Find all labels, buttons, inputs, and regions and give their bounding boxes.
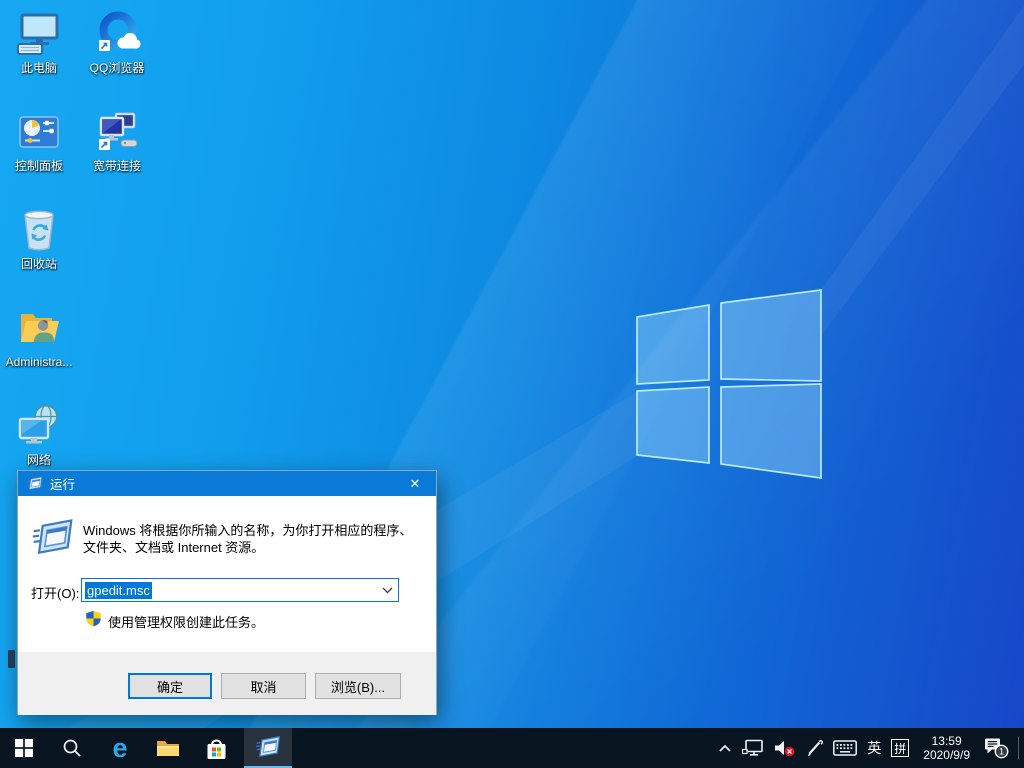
desktop-icon-broadband-connection[interactable]: 宽带连接	[79, 108, 155, 173]
clock-time: 13:59	[931, 734, 962, 748]
run-description-line1: Windows 将根据你所输入的名称，为你打开相应的程序、	[83, 523, 413, 538]
hidden-icons-button[interactable]	[713, 728, 737, 768]
file-explorer-icon	[157, 741, 179, 756]
run-dialog-body: Windows 将根据你所输入的名称，为你打开相应的程序、 文件夹、文档或 In…	[18, 496, 436, 652]
uac-shield-icon	[85, 610, 102, 627]
browse-button[interactable]: 浏览(B)...	[315, 673, 401, 699]
desktop-icon-label: 网络	[26, 453, 51, 467]
chevron-up-icon	[719, 744, 731, 752]
network-desktop-icon	[18, 404, 58, 444]
store-button[interactable]	[192, 728, 240, 768]
ime-pinyin-indicator: 拼	[891, 739, 910, 757]
ime-mode-indicator[interactable]: 拼	[886, 728, 914, 768]
run-dialog-footer: 确定 取消 浏览(B)...	[18, 652, 436, 715]
pen-tray-button[interactable]	[801, 728, 828, 768]
qq-browser-icon	[99, 11, 141, 51]
desktop-icon-control-panel[interactable]: 控制面板	[1, 108, 77, 173]
windows-desktop: 此电脑 QQ浏览器 控制面板 宽带连接 回收站 Administra... 网络…	[0, 0, 1024, 768]
run-dialog: 运行 ✕ Windows 将根据你所输入的名称，为你打开相应的程序、 文件夹、文…	[17, 470, 437, 715]
desktop-icon-qq-browser[interactable]: QQ浏览器	[79, 10, 155, 75]
open-label: 打开(O):	[31, 586, 80, 601]
notification-badge: 1	[999, 746, 1004, 756]
close-icon: ✕	[409, 475, 421, 491]
desktop-icon-label: 此电脑	[20, 61, 57, 75]
desktop-icon-label: Administra...	[5, 355, 73, 369]
ok-button[interactable]: 确定	[128, 673, 212, 699]
control-panel-icon	[19, 116, 59, 148]
recycle-bin-icon	[24, 210, 54, 251]
run-input-dropdown-button[interactable]	[377, 579, 398, 601]
run-description-line2: 文件夹、文档或 Internet 资源。	[83, 540, 265, 555]
run-window-icon	[26, 475, 43, 492]
file-explorer-button[interactable]	[144, 728, 192, 768]
chevron-down-icon	[382, 587, 393, 593]
uac-note: 使用管理权限创建此任务。	[108, 615, 265, 630]
run-taskbar-icon	[255, 734, 281, 760]
action-center-icon: 1	[985, 738, 1009, 758]
desktop-icon-label: 控制面板	[14, 159, 63, 173]
network-tray-button[interactable]	[737, 728, 769, 768]
run-taskbar-button[interactable]	[244, 728, 292, 768]
system-tray: 英 拼 13:59 2020/9/9 1	[713, 728, 1024, 768]
desktop-icon-recycle-bin[interactable]: 回收站	[1, 206, 77, 271]
ime-language-indicator[interactable]: 英	[862, 728, 886, 768]
ime-latin-indicator: 英	[867, 740, 882, 756]
taskbar: e 英 拼 13:59 2020/9/9 1	[0, 728, 1024, 768]
desktop-icon-label: 宽带连接	[92, 159, 141, 173]
search-icon	[63, 739, 81, 757]
volume-muted-icon	[775, 740, 795, 756]
desktop-icon-network[interactable]: 网络	[1, 402, 77, 467]
action-center-button[interactable]: 1	[979, 728, 1014, 768]
broadband-connection-icon	[99, 112, 138, 150]
search-button[interactable]	[48, 728, 96, 768]
clock-date: 2020/9/9	[923, 748, 970, 762]
desktop-icon-label: 回收站	[20, 257, 57, 271]
run-input-value: gpedit.msc	[85, 581, 152, 599]
close-button[interactable]: ✕	[394, 471, 436, 496]
volume-tray-button[interactable]	[769, 728, 801, 768]
desktop-icon-this-pc[interactable]: 此电脑	[1, 10, 77, 75]
partially-hidden-desktop-icon	[8, 650, 15, 668]
touch-keyboard-icon	[833, 740, 858, 756]
this-pc-icon	[17, 13, 59, 55]
desktop-icon-administrator-folder[interactable]: Administra...	[1, 304, 77, 369]
desktop-icon-label: QQ浏览器	[89, 61, 145, 75]
run-description: Windows 将根据你所输入的名称，为你打开相应的程序、 文件夹、文档或 In…	[83, 522, 428, 556]
store-icon	[207, 739, 225, 759]
administrator-folder-icon	[21, 314, 59, 342]
edge-button[interactable]: e	[96, 728, 144, 768]
show-desktop-button[interactable]	[1019, 728, 1024, 768]
run-input[interactable]: gpedit.msc	[81, 578, 399, 602]
ethernet-icon	[742, 739, 764, 756]
taskbar-clock[interactable]: 13:59 2020/9/9	[914, 734, 979, 762]
cancel-button[interactable]: 取消	[221, 673, 306, 699]
pen-icon	[808, 739, 824, 756]
touch-keyboard-button[interactable]	[828, 728, 862, 768]
start-icon	[15, 739, 33, 757]
start-button[interactable]	[0, 728, 48, 768]
run-dialog-titlebar[interactable]: 运行 ✕	[18, 471, 436, 496]
edge-icon: e	[112, 732, 128, 763]
run-dialog-title: 运行	[50, 478, 76, 492]
run-dialog-icon	[31, 516, 74, 559]
